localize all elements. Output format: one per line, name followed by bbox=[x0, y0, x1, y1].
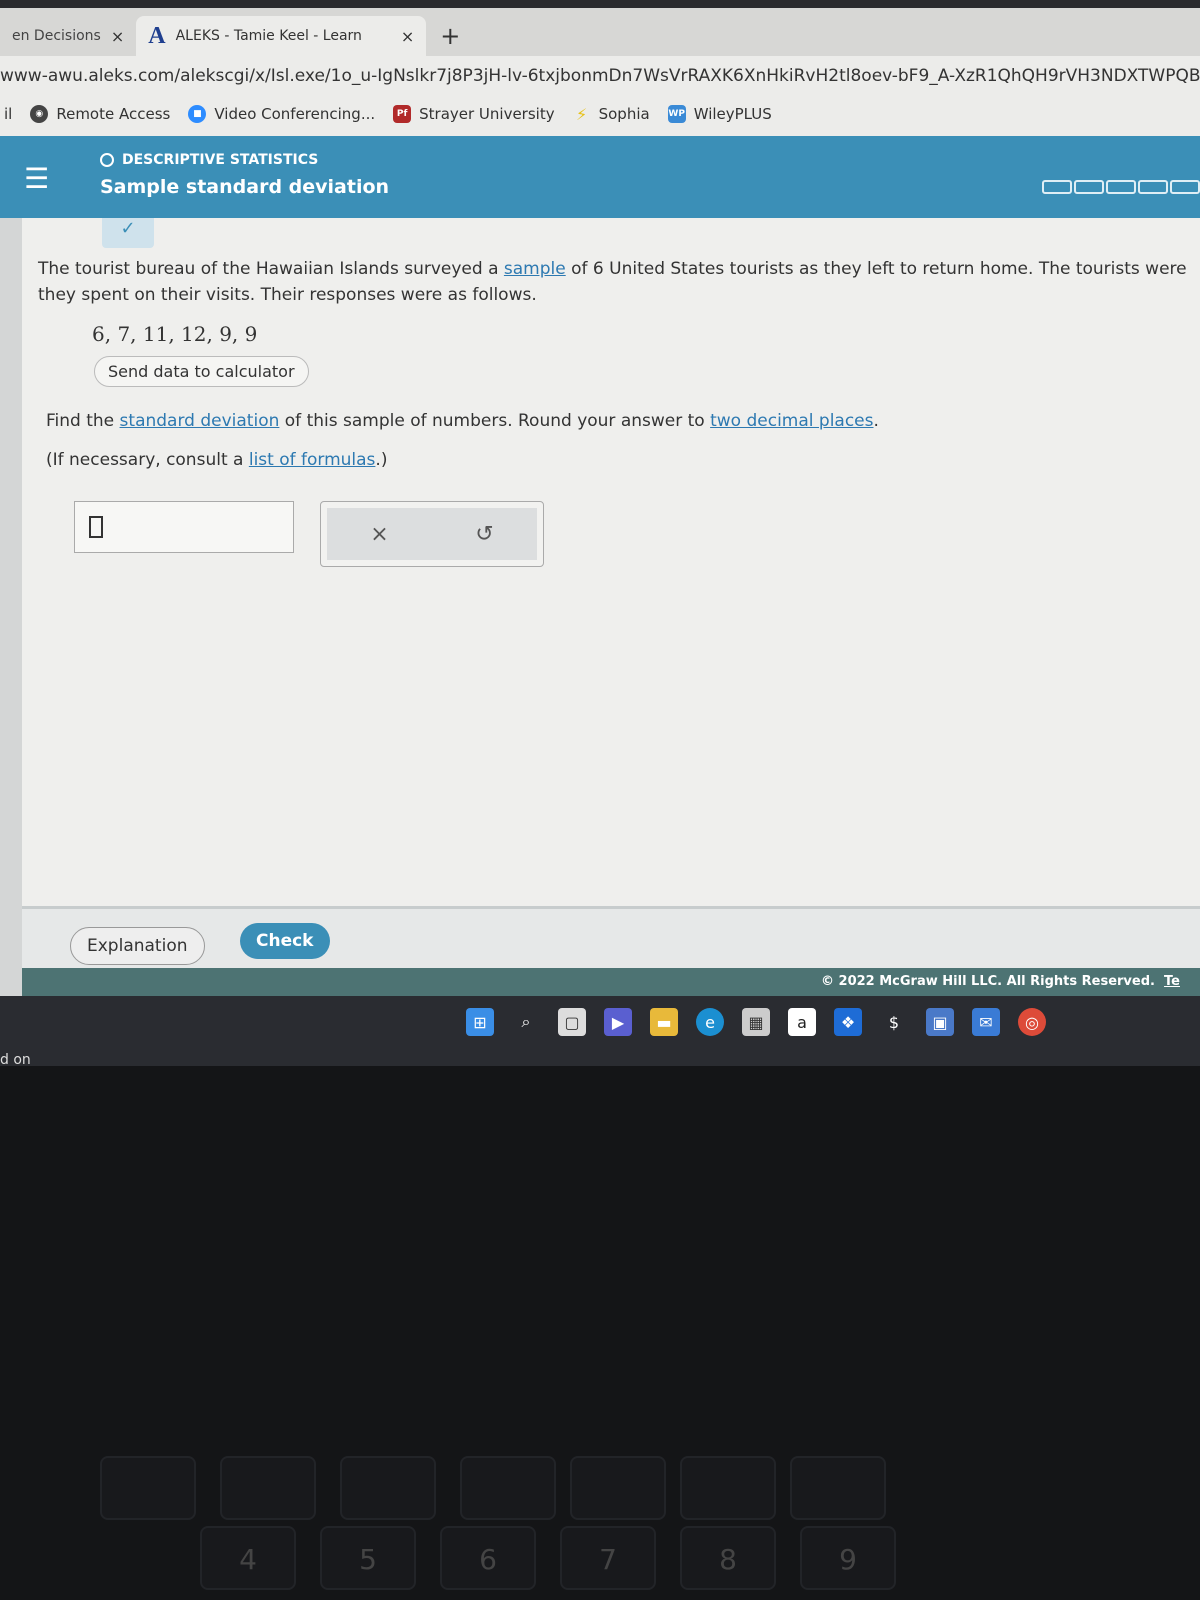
function-key bbox=[570, 1456, 666, 1520]
search-icon[interactable]: ⌕ bbox=[512, 1008, 540, 1036]
app-icon[interactable]: ▣ bbox=[926, 1008, 954, 1036]
aleks-page: ☰ DESCRIPTIVE STATISTICS Sample standard… bbox=[0, 136, 1200, 996]
answer-input[interactable] bbox=[74, 501, 294, 553]
key-5: 5 bbox=[320, 1526, 416, 1590]
tab-aleks[interactable]: A ALEKS - Tamie Keel - Learn × bbox=[136, 16, 427, 56]
left-edge bbox=[0, 136, 22, 996]
menu-icon[interactable]: ☰ bbox=[24, 162, 49, 195]
sample-link[interactable]: sample bbox=[504, 259, 566, 279]
aleks-logo-icon: A bbox=[148, 22, 166, 49]
tab-label: ALEKS - Tamie Keel - Learn bbox=[175, 28, 362, 44]
topic-text: DESCRIPTIVE STATISTICS bbox=[122, 152, 319, 168]
close-icon[interactable]: × bbox=[111, 27, 124, 46]
undo-icon[interactable]: ↺ bbox=[475, 522, 493, 547]
wileyplus-icon: WP bbox=[667, 105, 686, 123]
new-tab-button[interactable]: + bbox=[426, 16, 474, 56]
function-key bbox=[680, 1456, 776, 1520]
store-icon[interactable]: ▦ bbox=[742, 1008, 770, 1036]
bookmark-label: WileyPLUS bbox=[693, 105, 772, 123]
key-4: 4 bbox=[200, 1526, 296, 1590]
tab-decisions[interactable]: en Decisions × bbox=[0, 16, 136, 56]
clear-icon[interactable]: × bbox=[370, 522, 388, 547]
amazon-icon[interactable]: a bbox=[788, 1008, 816, 1036]
video-icon: ■ bbox=[188, 105, 207, 123]
bookmark-label: Remote Access bbox=[56, 105, 171, 123]
list-of-formulas-link[interactable]: list of formulas bbox=[249, 450, 376, 470]
key-7: 7 bbox=[560, 1526, 656, 1590]
key-9: 9 bbox=[800, 1526, 896, 1590]
collapse-chevron-icon[interactable]: ✓ bbox=[102, 218, 154, 248]
teams-icon[interactable]: ▶ bbox=[604, 1008, 632, 1036]
progress-indicator bbox=[1042, 180, 1200, 194]
bookmark-sophia[interactable]: ⚡ Sophia bbox=[573, 104, 650, 124]
data-values: 6, 7, 11, 12, 9, 9 bbox=[92, 322, 258, 346]
page-title: Sample standard deviation bbox=[100, 176, 390, 198]
laptop-keyboard: 4 5 6 7 8 9 bbox=[0, 1066, 1200, 1600]
topic-header: ☰ DESCRIPTIVE STATISTICS Sample standard… bbox=[0, 136, 1200, 218]
bookmark-label: Video Conferencing... bbox=[214, 105, 376, 123]
globe-icon: ◉ bbox=[30, 105, 49, 123]
topic-label: DESCRIPTIVE STATISTICS bbox=[100, 152, 318, 168]
sophia-icon: ⚡ bbox=[575, 104, 588, 124]
function-key bbox=[220, 1456, 316, 1520]
circle-icon bbox=[100, 153, 114, 167]
task-view-icon[interactable]: ▢ bbox=[558, 1008, 586, 1036]
key-8: 8 bbox=[680, 1526, 776, 1590]
explanation-button[interactable]: Explanation bbox=[70, 927, 205, 965]
bookmark-video-conferencing[interactable]: ■ Video Conferencing... bbox=[188, 105, 375, 123]
formulas-text: (If necessary, consult a list of formula… bbox=[46, 450, 388, 470]
windows-start-icon[interactable]: ⊞ bbox=[466, 1008, 494, 1036]
function-key bbox=[460, 1456, 556, 1520]
bookmark-strayer[interactable]: Pf Strayer University bbox=[393, 105, 555, 123]
cash-app-icon[interactable]: $ bbox=[880, 1008, 908, 1036]
send-data-button[interactable]: Send data to calculator bbox=[94, 356, 309, 387]
bookmark-wileyplus[interactable]: WP WileyPLUS bbox=[667, 105, 772, 123]
taskbar: ⊞ ⌕ ▢ ▶ ▬ e ▦ a ❖ $ ▣ ✉ ◎ bbox=[0, 996, 1200, 1066]
tab-label: en Decisions bbox=[12, 28, 101, 44]
dropbox-icon[interactable]: ❖ bbox=[834, 1008, 862, 1036]
close-icon[interactable]: × bbox=[401, 27, 414, 46]
copyright: © 2022 McGraw Hill LLC. All Rights Reser… bbox=[821, 974, 1155, 989]
function-key bbox=[790, 1456, 886, 1520]
two-decimal-places-link[interactable]: two decimal places bbox=[710, 411, 873, 431]
key-6: 6 bbox=[440, 1526, 536, 1590]
question-text: Find the standard deviation of this samp… bbox=[46, 411, 879, 431]
edge-icon[interactable]: e bbox=[696, 1008, 724, 1036]
chrome-icon[interactable]: ◎ bbox=[1018, 1008, 1046, 1036]
function-key bbox=[100, 1456, 196, 1520]
address-bar[interactable]: www-awu.aleks.com/alekscgi/x/Isl.exe/1o_… bbox=[0, 56, 1200, 92]
problem-intro: The tourist bureau of the Hawaiian Islan… bbox=[38, 259, 1187, 305]
answer-tools: × ↺ bbox=[320, 501, 544, 567]
function-key bbox=[340, 1456, 436, 1520]
input-box-cursor bbox=[89, 516, 103, 538]
bookmark-il[interactable]: il bbox=[4, 105, 12, 123]
check-button[interactable]: Check bbox=[240, 923, 330, 959]
terms-link[interactable]: Te bbox=[1164, 974, 1180, 989]
tab-bar: en Decisions × A ALEKS - Tamie Keel - Lear… bbox=[0, 8, 1200, 56]
file-explorer-icon[interactable]: ▬ bbox=[650, 1008, 678, 1036]
mail-icon[interactable]: ✉ bbox=[972, 1008, 1000, 1036]
strayer-icon: Pf bbox=[393, 105, 412, 123]
bookmark-label: Strayer University bbox=[419, 105, 555, 123]
footer: © 2022 McGraw Hill LLC. All Rights Reser… bbox=[22, 968, 1200, 996]
standard-deviation-link[interactable]: standard deviation bbox=[120, 411, 280, 431]
bookmark-remote-access[interactable]: ◉ Remote Access bbox=[30, 105, 170, 123]
bookmark-label: Sophia bbox=[598, 105, 650, 123]
bookmarks-bar: il ◉ Remote Access ■ Video Conferencing...… bbox=[0, 92, 1200, 136]
